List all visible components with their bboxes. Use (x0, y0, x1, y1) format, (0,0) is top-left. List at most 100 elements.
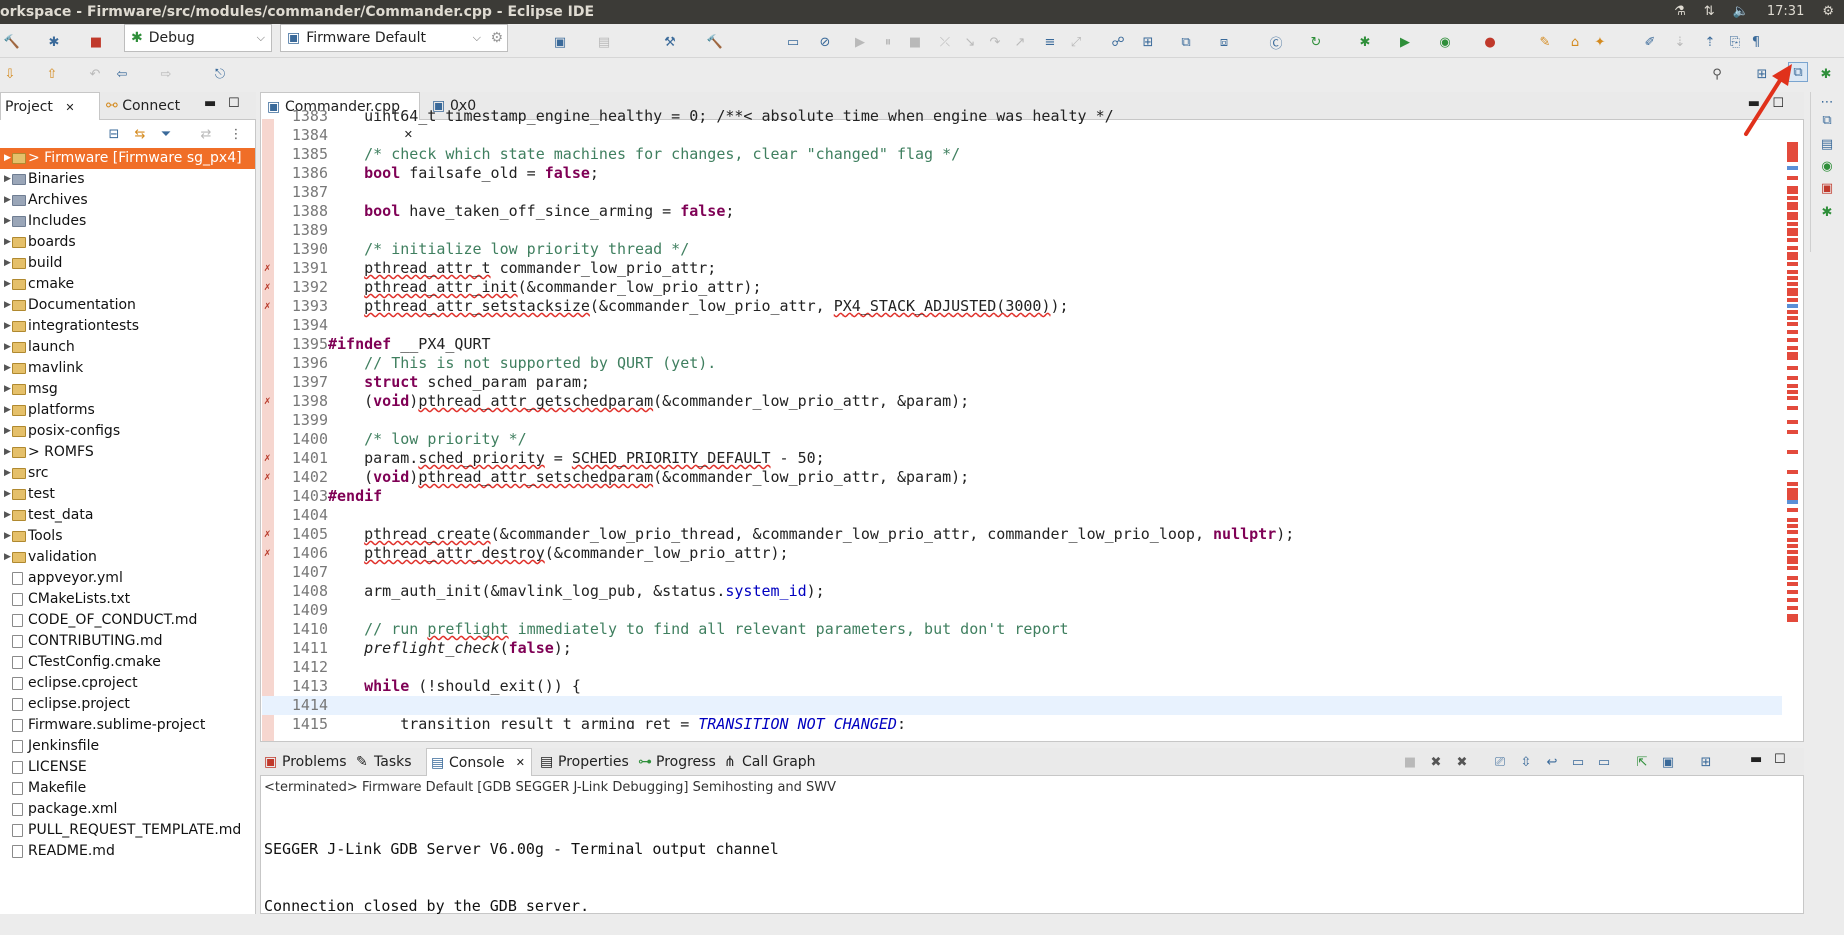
overview-marker[interactable] (1787, 582, 1798, 586)
display-console-icon[interactable]: ▣ (1658, 752, 1678, 772)
resume-icon[interactable]: ▶ (850, 32, 870, 52)
restore-icon[interactable]: ⧉ (1817, 110, 1837, 130)
overview-ruler[interactable] (1785, 120, 1801, 740)
tree-item[interactable]: ▶ posix-configs (0, 421, 255, 442)
expand-arrow-icon[interactable]: ▶ (4, 400, 11, 421)
code-line[interactable]: 1396 // This is not supported by QURT (y… (262, 354, 1782, 373)
expand-arrow-icon[interactable]: ▶ (4, 358, 11, 379)
sync-icon[interactable]: ⇄ (196, 124, 216, 144)
overview-marker[interactable] (1787, 598, 1798, 602)
overview-marker[interactable] (1787, 384, 1798, 388)
tree-item[interactable]: package.xml (0, 799, 255, 820)
overview-marker[interactable] (1787, 366, 1798, 370)
run-icon[interactable]: ▶ (1395, 32, 1415, 52)
overview-marker[interactable] (1787, 262, 1798, 266)
overview-marker[interactable] (1787, 176, 1798, 180)
code-line[interactable]: ✗ 1391 pthread_attr_t commander_low_prio_… (262, 259, 1782, 278)
error-marker-icon[interactable]: ✗ (264, 452, 274, 464)
settings-icon[interactable]: ⚙ (1822, 0, 1834, 24)
tab-problems[interactable]: ▣ Problems (260, 748, 348, 776)
overview-marker[interactable] (1787, 450, 1798, 454)
step-over-icon[interactable]: ↷ (985, 32, 1005, 52)
overview-marker[interactable] (1787, 316, 1798, 320)
code-line[interactable]: 1389 (262, 221, 1782, 240)
expand-arrow-icon[interactable]: ▶ (4, 295, 11, 316)
overview-marker[interactable] (1787, 396, 1798, 400)
tab-connect[interactable]: ⚯ Connect (102, 92, 194, 120)
overview-marker[interactable] (1787, 530, 1798, 534)
overview-marker[interactable] (1787, 298, 1798, 302)
forward-icon[interactable]: ⇨ (156, 64, 176, 84)
overview-marker[interactable] (1787, 524, 1798, 528)
tree-item[interactable]: README.md (0, 841, 255, 862)
code-line[interactable]: ✗ 1393 pthread_attr_setstacksize(&command… (262, 297, 1782, 316)
overview-marker[interactable] (1787, 206, 1798, 210)
filter-icon[interactable]: ⏷ (156, 124, 176, 144)
expand-arrow-icon[interactable]: ▶ (4, 274, 11, 295)
code-line[interactable]: 1411 preflight_check(false); (262, 639, 1782, 658)
volume-icon[interactable]: 🔈 (1733, 0, 1749, 24)
pdf-icon[interactable]: ▣ (1817, 178, 1837, 198)
overview-marker[interactable] (1787, 166, 1798, 170)
code-line[interactable]: 1394 (262, 316, 1782, 335)
word-wrap-icon[interactable]: ↩ (1542, 752, 1562, 772)
code-line[interactable]: 1404 (262, 506, 1782, 525)
overview-marker[interactable] (1787, 216, 1798, 220)
tree-item[interactable]: LICENSE (0, 757, 255, 778)
debug-perspective-icon[interactable]: ✱ (1816, 64, 1836, 84)
tree-item[interactable]: eclipse.project (0, 694, 255, 715)
overview-marker[interactable] (1787, 376, 1798, 380)
terminal-icon[interactable]: ▭ (783, 32, 803, 52)
show-stdout-icon[interactable]: ▭ (1568, 752, 1588, 772)
expand-arrow-icon[interactable]: ▶ (4, 169, 11, 190)
open-folder-icon[interactable]: ⧈ (1214, 32, 1234, 52)
open-type-icon[interactable]: ⧉ (1176, 32, 1196, 52)
new-class-icon[interactable]: Ⓒ (1266, 32, 1286, 52)
grid-icon[interactable]: ⊞ (1138, 32, 1158, 52)
tree-item[interactable]: ▶ Archives (0, 190, 255, 211)
overview-marker[interactable] (1787, 158, 1798, 162)
tree-item[interactable]: ▶ platforms (0, 400, 255, 421)
overview-marker[interactable] (1787, 470, 1798, 474)
code-line[interactable]: ✗ 1398 (void)pthread_attr_getschedparam(&… (262, 392, 1782, 411)
expand-arrow-icon[interactable]: ▶ (4, 337, 11, 358)
disconnect-icon[interactable]: ⤫ (935, 32, 955, 52)
tree-item[interactable]: ▶ boards (0, 232, 255, 253)
expand-arrow-icon[interactable]: ▶ (4, 421, 11, 442)
code-line[interactable]: 1409 (262, 601, 1782, 620)
clock[interactable]: 17:31 (1767, 0, 1804, 24)
prev-annotation-icon[interactable]: ⇡ (1700, 32, 1720, 52)
drop-frame-icon[interactable]: ⤢ (1066, 32, 1086, 52)
close-icon[interactable]: ✕ (516, 749, 525, 777)
network-icon[interactable]: ⇅ (1704, 0, 1715, 24)
overview-marker[interactable] (1787, 292, 1798, 296)
tree-item[interactable]: ▶ Binaries (0, 169, 255, 190)
expand-arrow-icon[interactable]: ▶ (4, 211, 11, 232)
save-icon[interactable]: ▤ (594, 32, 614, 52)
expand-arrow-icon[interactable]: ▶ (4, 547, 11, 568)
step-return-icon[interactable]: ↗ (1010, 32, 1030, 52)
overview-marker[interactable] (1787, 196, 1798, 200)
code-line[interactable]: 1385 /* check which state machines for c… (262, 145, 1782, 164)
code-area[interactable]: 1383 uint64_t timestamp_engine_healthy =… (262, 107, 1782, 729)
code-line[interactable]: 1399 (262, 411, 1782, 430)
error-marker-icon[interactable]: ✗ (264, 528, 274, 540)
code-line[interactable]: 1400 /* low priority */ (262, 430, 1782, 449)
maximize-icon[interactable]: ☐ (228, 96, 240, 111)
expand-arrow-icon[interactable]: ▶ (4, 442, 11, 463)
minimize-icon[interactable]: ▬ (1750, 752, 1762, 767)
code-line[interactable]: 1388 bool have_taken_off_since_arming = … (262, 202, 1782, 221)
stop-icon[interactable]: ■ (86, 32, 106, 52)
hammer-icon[interactable]: 🔨 (705, 32, 725, 52)
expand-arrow-icon[interactable]: ▶ (4, 148, 11, 169)
back-disabled-icon[interactable]: ↶ (85, 64, 105, 84)
overview-marker[interactable] (1787, 346, 1798, 350)
tree-item[interactable]: ▶ test_data (0, 505, 255, 526)
code-line[interactable]: 1397 struct sched_param param; (262, 373, 1782, 392)
last-edit-icon[interactable]: ⎘ (1725, 32, 1745, 52)
launch-mode-select[interactable]: ✱ Debug ⌵ (124, 24, 272, 52)
open-perspective-icon[interactable]: ⎋ (210, 64, 230, 84)
overview-marker[interactable] (1787, 356, 1798, 360)
tree-item[interactable]: ▶ Documentation (0, 295, 255, 316)
code-line[interactable]: 1412 (262, 658, 1782, 677)
